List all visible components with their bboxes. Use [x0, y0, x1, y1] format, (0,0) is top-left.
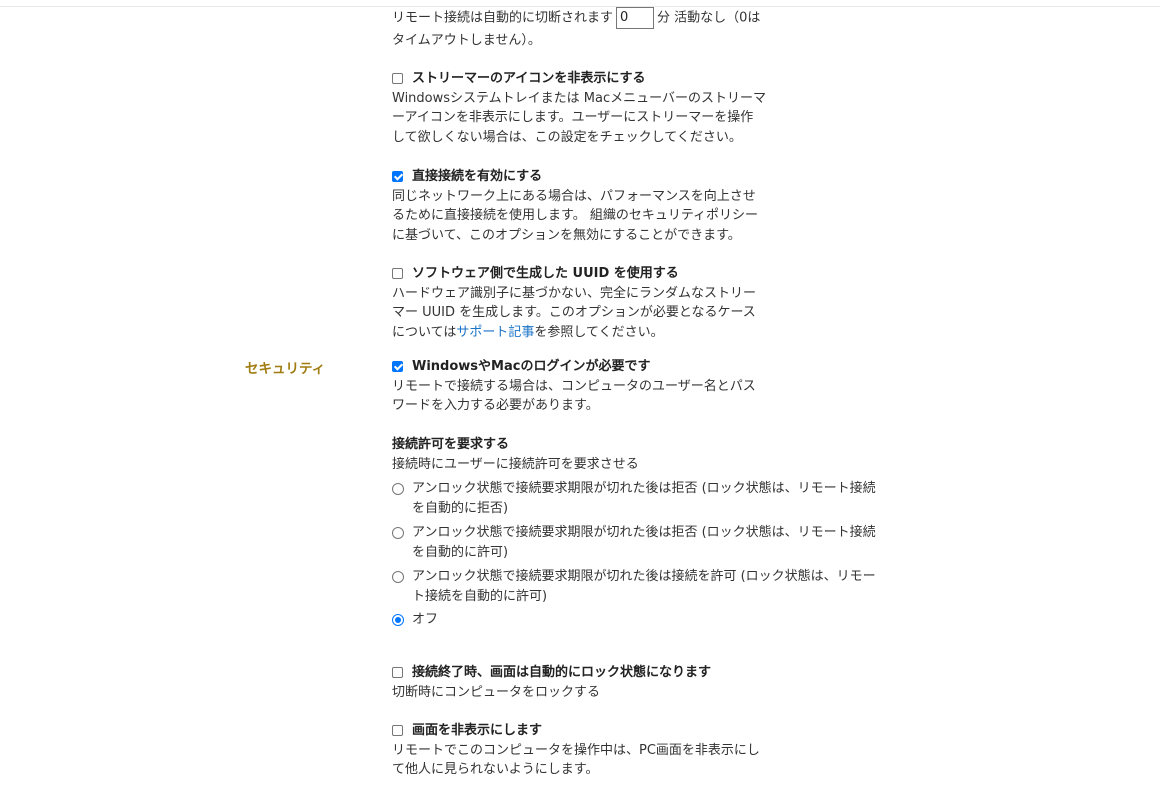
- login-required-setting: WindowsやMacのログインが必要です リモートで接続する場合は、コンピュー…: [392, 357, 756, 416]
- permission-setting: 接続許可を要求する 接続時にユーザーに接続許可を要求させる アンロック状態で接続…: [392, 435, 876, 630]
- hide-screen-desc-1: リモートでこのコンピュータを操作中は、PC画面を非表示にし: [392, 742, 760, 758]
- direct-connection-checkbox[interactable]: [392, 171, 403, 182]
- permission-option-3-line2: ト接続を自動的に許可): [412, 588, 548, 604]
- security-section-label: セキュリティ: [245, 361, 326, 377]
- permission-option-off-label: オフ: [412, 612, 439, 627]
- uuid-setting: ソフトウェア側で生成した UUID を使用する ハードウェア識別子に基づかない、…: [392, 264, 756, 342]
- login-required-title: WindowsやMacのログインが必要です: [412, 359, 651, 374]
- permission-option-1-line1: アンロック状態で接続要求期限が切れた後は拒否 (ロック状態は、リモート接続: [412, 481, 876, 496]
- permission-option-3[interactable]: アンロック状態で接続要求期限が切れた後は接続を許可 (ロック状態は、リモー ト接…: [392, 567, 876, 606]
- timeout-text-before: リモート接続は自動的に切断されます: [392, 10, 614, 26]
- uuid-checkbox[interactable]: [392, 268, 403, 279]
- direct-connection-title: 直接接続を有効にする: [412, 169, 543, 184]
- permission-option-2[interactable]: アンロック状態で接続要求期限が切れた後は拒否 (ロック状態は、リモート接続 を自…: [392, 523, 876, 562]
- permission-option-off[interactable]: オフ: [392, 610, 876, 630]
- support-article-link[interactable]: サポート記事: [456, 325, 534, 340]
- lock-on-disconnect-setting: 接続終了時、画面は自動的にロック状態になります 切断時にコンピュータをロックする: [392, 663, 711, 702]
- permission-option-3-radio[interactable]: [392, 571, 404, 583]
- permission-title: 接続許可を要求する: [392, 437, 510, 452]
- lock-on-disconnect-desc: 切断時にコンピュータをロックする: [392, 684, 601, 700]
- permission-desc: 接続時にユーザーに接続許可を要求させる: [392, 456, 639, 472]
- direct-connection-desc-3: に基づいて、このオプションを無効にすることができます。: [392, 227, 741, 243]
- direct-connection-desc-1: 同じネットワーク上にある場合は、パフォーマンスを向上させ: [392, 188, 756, 204]
- permission-option-2-line2: を自動的に許可): [412, 544, 509, 560]
- timeout-setting: リモート接続は自動的に切断されます 0 分 活動なし（0は タイムアウトしません）。: [392, 7, 760, 50]
- hide-icon-desc-1: Windowsシステムトレイまたは Macメニューバーのストリーマ: [392, 90, 766, 106]
- uuid-title: ソフトウェア側で生成した UUID を使用する: [412, 266, 679, 281]
- hide-icon-checkbox[interactable]: [392, 73, 403, 84]
- uuid-desc-3: についてはサポート記事を参照してください。: [392, 323, 756, 343]
- permission-option-off-radio[interactable]: [392, 614, 404, 626]
- timeout-minutes-input[interactable]: 0: [616, 7, 655, 29]
- permission-option-2-line1: アンロック状態で接続要求期限が切れた後は拒否 (ロック状態は、リモート接続: [412, 525, 876, 540]
- permission-option-1-line2: を自動的に拒否): [412, 500, 509, 516]
- permission-option-3-line1: アンロック状態で接続要求期限が切れた後は接続を許可 (ロック状態は、リモー: [412, 569, 876, 584]
- timeout-text-line2: タイムアウトしません）。: [392, 32, 541, 48]
- hide-screen-desc-2: て他人に見られないようにします。: [392, 762, 599, 777]
- direct-connection-desc-2: るために直接接続を使用します。 組織のセキュリティポリシー: [392, 208, 759, 223]
- uuid-desc-2: マー UUID を生成します。このオプションが必要となるケース: [392, 305, 756, 320]
- hide-screen-checkbox[interactable]: [392, 725, 403, 736]
- hide-screen-title: 画面を非表示にします: [412, 723, 543, 738]
- hide-icon-desc-2: ーアイコンを非表示にします。ユーザーにストリーマーを操作: [392, 110, 754, 125]
- hide-screen-setting: 画面を非表示にします リモートでこのコンピュータを操作中は、PC画面を非表示にし…: [392, 721, 760, 780]
- login-required-desc-2: ワードを入力する必要があります。: [392, 398, 599, 413]
- uuid-desc-3-after: を参照してください。: [534, 324, 664, 340]
- hide-icon-desc-3: して欲しくない場合は、この設定をチェックしてください。: [392, 129, 742, 145]
- uuid-desc-3-before: については: [392, 324, 457, 340]
- hide-icon-setting: ストリーマーのアイコンを非表示にする Windowsシステムトレイまたは Mac…: [392, 69, 766, 147]
- login-required-desc-1: リモートで接続する場合は、コンピュータのユーザー名とパス: [392, 378, 756, 394]
- permission-option-2-radio[interactable]: [392, 527, 404, 539]
- timeout-text-after: 分 活動なし（0は: [657, 10, 761, 26]
- lock-on-disconnect-title: 接続終了時、画面は自動的にロック状態になります: [412, 665, 712, 680]
- login-required-checkbox[interactable]: [392, 361, 403, 372]
- permission-option-1-radio[interactable]: [392, 483, 404, 495]
- hide-icon-title: ストリーマーのアイコンを非表示にする: [412, 71, 646, 86]
- lock-on-disconnect-checkbox[interactable]: [392, 667, 403, 678]
- direct-connection-setting: 直接接続を有効にする 同じネットワーク上にある場合は、パフォーマンスを向上させ …: [392, 167, 758, 245]
- uuid-desc-1: ハードウェア識別子に基づかない、完全にランダムなストリー: [392, 285, 757, 301]
- permission-option-1[interactable]: アンロック状態で接続要求期限が切れた後は拒否 (ロック状態は、リモート接続 を自…: [392, 479, 876, 518]
